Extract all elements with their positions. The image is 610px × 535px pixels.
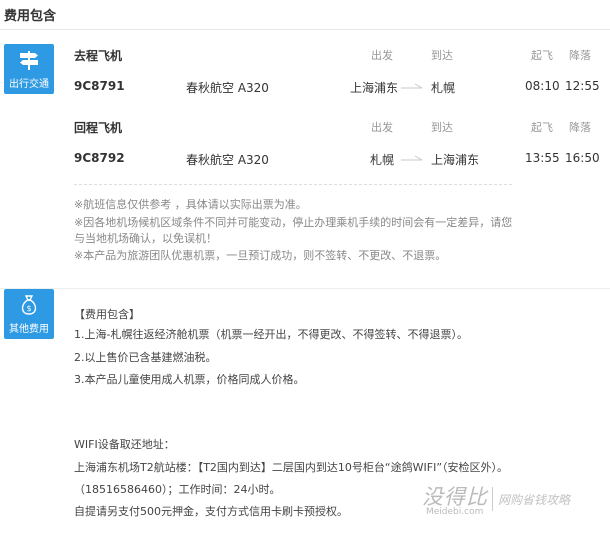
outbound-to: 札幌 [431, 81, 456, 95]
return-flight-no: 9C8792 [74, 151, 125, 165]
watermark-domain: Meidebi.com [426, 507, 484, 517]
return-airline: 春秋航空 A320 [186, 153, 269, 167]
watermark: 没得比 Meidebi.com 网购省钱攻略 [420, 481, 610, 521]
wifi-deposit: 自提请另支付500元押金，支付方式信用卡刷卡预授权。 [74, 505, 348, 518]
other-fees-badge: $ 其他费用 [4, 289, 54, 339]
col-landing: 降落 [569, 49, 591, 62]
money-bag-icon: $ [21, 295, 37, 315]
arrow-right-icon [401, 155, 423, 161]
outbound-header: 去程飞机 出发 到达 起飞 降落 [74, 47, 594, 65]
outbound-flight-row: 9C8791 春秋航空 A320 上海浦东 札幌 08:10 12:55 [74, 79, 604, 97]
transport-badge: 出行交通 [4, 44, 54, 94]
return-takeoff: 13:55 [525, 151, 560, 165]
outbound-flight-no: 9C8791 [74, 79, 125, 93]
col-takeoff: 起飞 [531, 121, 553, 134]
fees-heading: 【费用包含】 [74, 308, 140, 321]
wifi-hours: （18516586460）；工作时间：24小时。 [74, 483, 281, 496]
col-landing: 降落 [569, 121, 591, 134]
fee-item: 3.本产品儿童使用成人机票，价格同成人价格。 [74, 373, 305, 386]
outbound-takeoff: 08:10 [525, 79, 560, 93]
outbound-landing: 12:55 [565, 79, 600, 93]
flight-note: ※航班信息仅供参考 ，具体请以实际出票为准。 [74, 198, 307, 211]
wifi-address: 上海浦东机场T2航站楼：【T2国内到达】二层国内到达10号柜台“途鸽WIFI”（… [74, 461, 509, 474]
return-flight-row: 9C8792 春秋航空 A320 札幌 上海浦东 13:55 16:50 [74, 151, 604, 169]
svg-text:$: $ [26, 304, 31, 313]
return-header: 回程飞机 出发 到达 起飞 降落 [74, 119, 594, 137]
return-to: 上海浦东 [431, 153, 480, 167]
col-takeoff: 起飞 [531, 49, 553, 62]
col-arrive: 到达 [431, 121, 453, 134]
arrow-right-icon [401, 83, 423, 89]
fee-item: 2.以上售价已含基建燃油税。 [74, 351, 217, 364]
outbound-from: 上海浦东 [350, 81, 399, 95]
section-title: 费用包含 [4, 9, 57, 24]
section-divider [0, 288, 610, 289]
divider [74, 184, 512, 185]
col-depart: 出发 [371, 49, 393, 62]
wifi-title: WIFI设备取还地址： [74, 438, 175, 451]
flight-note: 与当地机场确认，以免误机！ [74, 232, 217, 245]
section-header: 费用包含 [0, 0, 610, 30]
other-fees-label: 其他费用 [9, 324, 49, 335]
return-from: 札幌 [370, 153, 395, 167]
return-landing: 16:50 [565, 151, 600, 165]
return-heading: 回程飞机 [74, 121, 123, 135]
signpost-icon [20, 51, 38, 70]
flight-note: ※本产品为旅游团队优惠机票，一旦预订成功，则不签转、不更改、不退票。 [74, 249, 447, 262]
outbound-airline: 春秋航空 A320 [186, 81, 269, 95]
watermark-slogan: 网购省钱攻略 [498, 493, 571, 507]
transport-label: 出行交通 [9, 79, 49, 90]
col-arrive: 到达 [431, 49, 453, 62]
flight-note: ※因各地机场候机区域条件不同并可能变动，停止办理乘机手续的时间会有一定差异，请您 [74, 216, 513, 229]
outbound-heading: 去程飞机 [74, 49, 123, 63]
col-depart: 出发 [371, 121, 393, 134]
fee-item: 1.上海-札幌往返经济舱机票（机票一经开出，不得更改、不得签转、不得退票）。 [74, 328, 468, 341]
watermark-separator [492, 487, 493, 511]
